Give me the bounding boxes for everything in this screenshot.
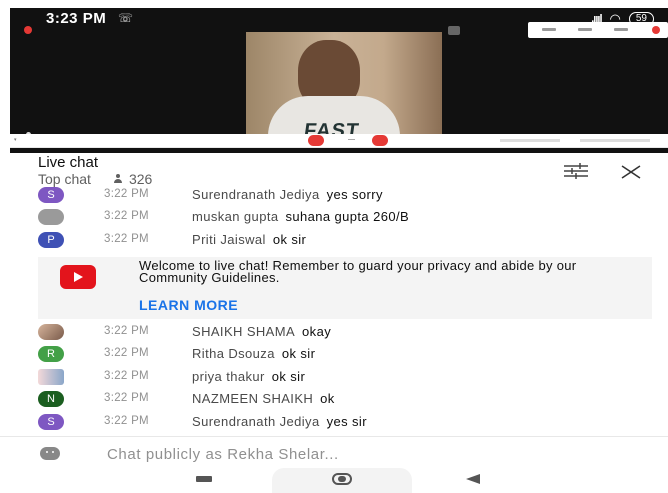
back-icon[interactable] bbox=[466, 474, 480, 484]
avatar bbox=[38, 324, 64, 340]
chat-message[interactable]: R 3:22 PM Ritha Dsouza ok sir bbox=[0, 344, 668, 364]
author-name: Priti Jaiswal bbox=[192, 232, 266, 247]
chat-message[interactable]: S 3:22 PM Surendranath Jediya yes sorry bbox=[0, 185, 668, 205]
message-text: yes sorry bbox=[326, 187, 383, 202]
welcome-banner: Welcome to live chat! Remember to guard … bbox=[38, 257, 652, 319]
author-name: Surendranath Jediya bbox=[192, 187, 320, 202]
message-time: 3:22 PM bbox=[104, 347, 149, 359]
avatar: R bbox=[38, 346, 64, 362]
record-dot-icon bbox=[24, 26, 32, 34]
message-author: Priti Jaiswal ok sir bbox=[192, 232, 306, 247]
meeting-menu[interactable]: ▾ bbox=[14, 137, 17, 143]
message-time: 3:22 PM bbox=[104, 325, 149, 337]
chat-message[interactable]: 3:22 PM priya thakur ok sir bbox=[0, 367, 668, 387]
whatsapp-icon: ☏ bbox=[118, 11, 134, 25]
message-text: ok bbox=[320, 391, 335, 406]
more-icon[interactable]: — bbox=[348, 136, 355, 143]
message-text: okay bbox=[302, 324, 332, 339]
message-text: ok sir bbox=[271, 369, 306, 384]
message-author: SHAIKH SHAMA okay bbox=[192, 324, 331, 339]
chat-title: Live chat bbox=[38, 154, 99, 171]
avatar bbox=[38, 209, 64, 225]
avatar: P bbox=[38, 232, 64, 248]
message-time: 3:22 PM bbox=[104, 188, 149, 200]
chat-header: Live chat Top chat 326 bbox=[0, 152, 668, 188]
camera-feed: FAST bbox=[246, 32, 442, 148]
message-text: yes sir bbox=[326, 414, 367, 429]
author-name: SHAIKH SHAMA bbox=[192, 324, 296, 339]
chat-message[interactable]: S 3:22 PM Surendranath Jediya yes sir bbox=[0, 412, 668, 432]
author-name: Surendranath Jediya bbox=[192, 414, 320, 429]
avatar bbox=[38, 369, 64, 385]
avatar: S bbox=[38, 187, 64, 203]
recents-icon[interactable] bbox=[196, 476, 212, 482]
message-author: muskan gupta suhana gupta 260/B bbox=[192, 209, 409, 224]
end-call-icon[interactable] bbox=[652, 26, 660, 34]
message-time: 3:22 PM bbox=[104, 415, 149, 427]
message-text: ok sir bbox=[281, 346, 316, 361]
toolbar-item[interactable] bbox=[614, 28, 628, 31]
status-time: 3:23 PM bbox=[46, 10, 107, 27]
avatar: S bbox=[38, 414, 64, 430]
message-author: NAZMEEN SHAIKH ok bbox=[192, 391, 335, 406]
filter-icon[interactable] bbox=[563, 162, 589, 180]
author-name: Ritha Dsouza bbox=[192, 346, 275, 361]
control-item[interactable] bbox=[500, 139, 560, 142]
close-icon[interactable] bbox=[620, 160, 642, 182]
video-player[interactable]: 3:23 PM ☏ .ıııl ◠ 59 FAST bbox=[10, 8, 668, 153]
participant-avatar bbox=[448, 26, 460, 35]
home-icon[interactable] bbox=[332, 473, 352, 485]
chat-input-row bbox=[0, 436, 668, 468]
avatar: N bbox=[38, 391, 64, 407]
mute-button[interactable] bbox=[308, 135, 324, 146]
message-author: priya thakur ok sir bbox=[192, 369, 305, 384]
meeting-toolbar[interactable] bbox=[528, 22, 668, 38]
leave-button[interactable] bbox=[372, 135, 388, 146]
message-time: 3:22 PM bbox=[104, 370, 149, 382]
message-author: Surendranath Jediya yes sir bbox=[192, 414, 367, 429]
chat-message[interactable]: 3:22 PM muskan gupta suhana gupta 260/B bbox=[0, 207, 668, 227]
chat-input[interactable] bbox=[107, 443, 627, 465]
message-author: Surendranath Jediya yes sorry bbox=[192, 187, 383, 202]
message-time: 3:22 PM bbox=[104, 392, 149, 404]
participant-thumbnail[interactable] bbox=[448, 26, 460, 35]
message-text: ok sir bbox=[272, 232, 307, 247]
message-time: 3:22 PM bbox=[104, 233, 149, 245]
toolbar-item[interactable] bbox=[542, 28, 556, 31]
control-item[interactable] bbox=[580, 139, 650, 142]
youtube-logo-icon bbox=[60, 265, 96, 289]
chat-message[interactable]: P 3:22 PM Priti Jaiswal ok sir bbox=[0, 230, 668, 250]
emoji-icon[interactable] bbox=[40, 447, 60, 460]
author-name: NAZMEEN SHAIKH bbox=[192, 391, 314, 406]
message-text: suhana gupta 260/B bbox=[285, 209, 410, 224]
author-name: priya thakur bbox=[192, 369, 265, 384]
toolbar-item[interactable] bbox=[578, 28, 592, 31]
author-name: muskan gupta bbox=[192, 209, 279, 224]
chat-message[interactable]: N 3:22 PM NAZMEEN SHAIKH ok bbox=[0, 389, 668, 409]
learn-more-link[interactable]: LEARN MORE bbox=[139, 297, 238, 313]
welcome-text: Welcome to live chat! Remember to guard … bbox=[139, 258, 577, 285]
person-icon bbox=[113, 174, 123, 184]
message-time: 3:22 PM bbox=[104, 210, 149, 222]
message-author: Ritha Dsouza ok sir bbox=[192, 346, 315, 361]
android-nav-bar bbox=[0, 468, 668, 493]
chat-message[interactable]: 3:22 PM SHAIKH SHAMA okay bbox=[0, 322, 668, 342]
presenting-indicator bbox=[24, 26, 32, 34]
meeting-controls: ▾ — bbox=[10, 134, 668, 148]
